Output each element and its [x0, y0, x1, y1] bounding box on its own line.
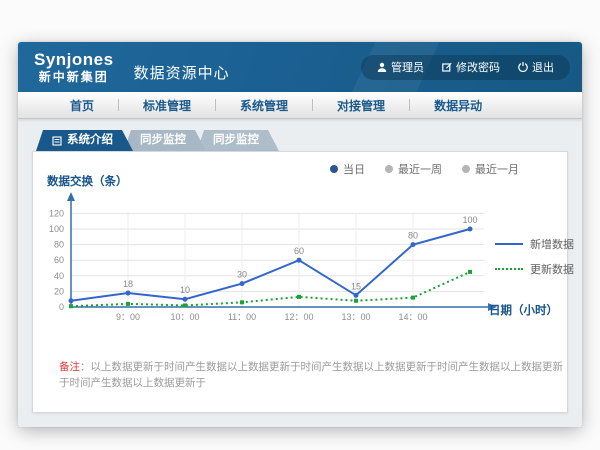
- company-logo: Synjones 新中新集团: [34, 51, 114, 83]
- radio-dot-icon: [462, 165, 470, 173]
- legend-item-updated-data: 更新数据: [495, 261, 574, 277]
- tab-system-intro[interactable]: 系统介绍: [36, 130, 133, 151]
- svg-text:80: 80: [54, 240, 64, 250]
- tab-sync-monitor-1[interactable]: 同步监控: [124, 130, 206, 151]
- svg-text:20: 20: [54, 286, 64, 296]
- user-menu-admin-label: 管理员: [391, 59, 424, 75]
- user-menu-admin[interactable]: 管理员: [377, 59, 424, 75]
- svg-text:120: 120: [49, 208, 64, 218]
- legend-item-new-data: 新增数据: [495, 236, 574, 252]
- radio-dot-icon: [385, 165, 393, 173]
- svg-text:11：00: 11：00: [228, 312, 256, 322]
- tab-label: 系统介绍: [67, 130, 113, 151]
- nav-item-integration-mgmt[interactable]: 对接管理: [313, 97, 409, 114]
- footnote-body: ：以上数据更新于时间产生数据以上数据更新于时间产生数据以上数据更新于时间产生数据…: [59, 361, 563, 389]
- radio-last-month-label: 最近一月: [475, 161, 519, 177]
- svg-text:13：00: 13：00: [341, 312, 370, 322]
- chart-y-axis-title: 数据交换（条）: [47, 173, 128, 189]
- app-header: Synjones 新中新集团 数据资源中心 管理员 修改密码 退出: [18, 42, 582, 92]
- svg-text:18: 18: [123, 279, 133, 289]
- svg-text:9：00: 9：00: [116, 312, 140, 322]
- change-password-button[interactable]: 修改密码: [442, 59, 500, 75]
- legend-label: 更新数据: [530, 261, 574, 277]
- tab-label: 同步监控: [213, 130, 259, 151]
- time-filter-group: 当日 最近一周 最近一月: [330, 161, 519, 177]
- page-title: 数据资源中心: [134, 62, 230, 83]
- nav-item-standard-mgmt[interactable]: 标准管理: [119, 97, 215, 114]
- line-chart: 0 20 40 60 80 100 120 9：00 10：00 11：00 12：00 13：00 1…: [39, 189, 509, 329]
- svg-text:12：00: 12：00: [284, 312, 313, 322]
- svg-text:30: 30: [237, 270, 247, 280]
- tab-sync-monitor-2[interactable]: 同步监控: [197, 130, 279, 151]
- nav-item-system-mgmt[interactable]: 系统管理: [216, 97, 312, 114]
- tab-bar: 系统介绍 同步监控 同步监控: [36, 130, 568, 151]
- svg-text:40: 40: [54, 271, 64, 281]
- logout-label: 退出: [532, 59, 554, 75]
- svg-text:14：00: 14：00: [398, 312, 427, 322]
- svg-text:100: 100: [49, 224, 64, 234]
- radio-today[interactable]: 当日: [330, 161, 365, 177]
- nav-item-data-change[interactable]: 数据异动: [410, 97, 506, 114]
- power-icon: [518, 62, 528, 72]
- radio-last-week[interactable]: 最近一周: [385, 161, 442, 177]
- document-icon: [52, 136, 62, 146]
- logo-secondary-text: 新中新集团: [39, 71, 109, 83]
- svg-text:10: 10: [180, 285, 190, 295]
- svg-text:15: 15: [351, 281, 361, 291]
- change-password-label: 修改密码: [456, 59, 500, 75]
- chart-x-axis-title: 日期（小时）: [489, 302, 558, 318]
- chart-legend: 新增数据 更新数据: [495, 236, 574, 277]
- svg-text:80: 80: [408, 231, 418, 241]
- svg-text:100: 100: [462, 215, 477, 225]
- logout-button[interactable]: 退出: [518, 59, 554, 75]
- nav-item-home[interactable]: 首页: [46, 97, 118, 114]
- svg-text:60: 60: [294, 246, 304, 256]
- main-nav: 首页 标准管理 系统管理 对接管理 数据异动: [18, 92, 582, 119]
- footnote-prefix: 备注: [59, 361, 80, 373]
- content-area: 系统介绍 同步监控 同步监控 当日 最近一周: [18, 119, 582, 427]
- radio-dot-icon: [330, 165, 338, 173]
- app-window: Synjones 新中新集团 数据资源中心 管理员 修改密码 退出 首页 标准管…: [18, 42, 582, 427]
- dotted-line-icon: [495, 268, 523, 270]
- edit-icon: [442, 62, 452, 72]
- svg-text:10：00: 10：00: [170, 312, 199, 322]
- chart-panel: 当日 最近一周 最近一月 数据交换（条） 0 20 40 60 80 100 120 9：00…: [32, 151, 568, 413]
- footnote: 备注：以上数据更新于时间产生数据以上数据更新于时间产生数据以上数据更新于时间产生…: [59, 360, 565, 392]
- svg-text:60: 60: [54, 255, 64, 265]
- svg-text:0: 0: [59, 302, 64, 312]
- user-icon: [377, 62, 387, 72]
- radio-last-month[interactable]: 最近一月: [462, 161, 519, 177]
- solid-line-icon: [495, 243, 523, 245]
- user-menu: 管理员 修改密码 退出: [361, 55, 570, 80]
- radio-today-label: 当日: [343, 161, 365, 177]
- logo-primary-text: Synjones: [34, 51, 114, 68]
- legend-label: 新增数据: [530, 236, 574, 252]
- radio-last-week-label: 最近一周: [398, 161, 442, 177]
- tab-label: 同步监控: [140, 130, 186, 151]
